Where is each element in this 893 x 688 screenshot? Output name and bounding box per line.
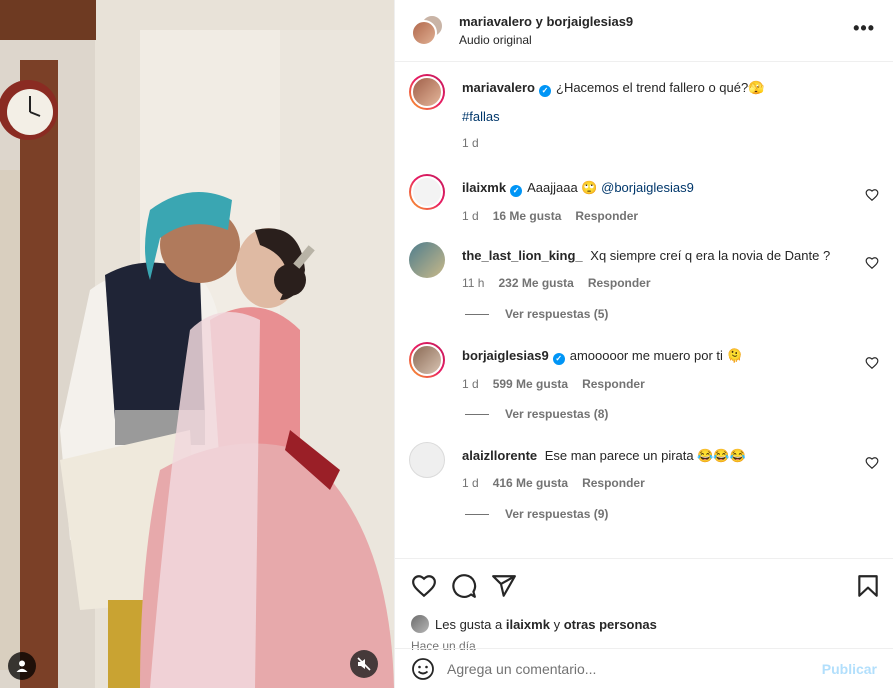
comment-meta: 1 d 16 Me gusta Responder [462, 209, 881, 223]
avatar [411, 19, 437, 46]
heart-icon[interactable] [865, 456, 879, 470]
speaker-muted-icon [357, 657, 371, 671]
comments-list[interactable]: mariavalero ✓ ¿Hacemos el trend fallero o … [395, 62, 893, 558]
heart-icon[interactable] [865, 188, 879, 202]
comment-body: borjaiglesias9 ✓ amooooor me muero por ti … [462, 342, 881, 391]
more-icon[interactable]: ••• [853, 18, 875, 39]
caption-username[interactable]: mariavalero [462, 80, 535, 95]
heart-icon[interactable] [865, 356, 879, 370]
bookmark-icon[interactable] [855, 573, 881, 599]
comment-text: Aaajjaaa 🙄 [527, 180, 598, 195]
comment-time: 1 d [462, 377, 479, 391]
comment-likes[interactable]: 232 Me gusta [498, 276, 573, 290]
post-comment-button[interactable]: Publicar [822, 661, 877, 677]
comment-meta: 1 d 416 Me gusta Responder [462, 476, 881, 490]
comment-mention[interactable]: @borjaiglesias9 [601, 180, 694, 195]
comment-text: Xq siempre creí q era la novia de Dante … [590, 248, 831, 263]
comment-line: the_last_lion_king_ Xq siempre creí q er… [462, 248, 881, 264]
heart-icon[interactable] [865, 256, 879, 270]
comment-time: 1 d [462, 209, 479, 223]
view-replies-button[interactable]: Ver respuestas (8) [465, 407, 608, 421]
reply-button[interactable]: Responder [582, 476, 645, 490]
add-comment-bar: Publicar [395, 648, 893, 688]
comment-icon[interactable] [451, 573, 477, 599]
view-replies-button[interactable]: Ver respuestas (9) [465, 507, 608, 521]
comment-body: the_last_lion_king_ Xq siempre creí q er… [462, 242, 881, 290]
comment-username[interactable]: alaizllorente [462, 448, 537, 463]
comment-time: 1 d [462, 476, 479, 490]
view-replies-button[interactable]: Ver respuestas (5) [465, 307, 608, 321]
audio-link[interactable]: Audio original [459, 33, 633, 47]
comment-likes[interactable]: 16 Me gusta [493, 209, 562, 223]
mute-button[interactable] [350, 650, 378, 678]
view-replies-label: Ver respuestas (8) [505, 407, 609, 421]
reply-button[interactable]: Responder [588, 276, 651, 290]
divider [465, 413, 489, 415]
post-authors[interactable]: mariavalero y borjaiglesias9 [459, 14, 633, 29]
comment-text: amooooor me muero por ti 🫠 [569, 348, 743, 363]
comment-meta: 1 d 599 Me gusta Responder [462, 377, 881, 391]
avatar[interactable] [409, 242, 445, 278]
comment-username[interactable]: ilaixmk [462, 180, 506, 195]
caption-meta: 1 d [462, 136, 881, 150]
comment-body: ilaixmk ✓ Aaajjaaa 🙄 @borjaiglesias9 1 d 1… [462, 174, 881, 223]
divider [465, 313, 489, 315]
like-heart-icon[interactable] [411, 573, 437, 599]
caption-line: mariavalero ✓ ¿Hacemos el trend fallero o … [462, 80, 881, 97]
likes-summary[interactable]: Les gusta a ilaixmk y otras personas [411, 615, 657, 633]
view-replies-label: Ver respuestas (9) [505, 507, 609, 521]
collab-avatars[interactable] [411, 13, 445, 48]
post-media[interactable] [0, 0, 394, 688]
likes-joiner: y [553, 616, 561, 632]
header-text: mariavalero y borjaiglesias9 Audio origi… [459, 14, 633, 47]
instagram-post: mariavalero y borjaiglesias9 Audio origi… [0, 0, 893, 688]
verified-icon: ✓ [539, 85, 551, 97]
avatar[interactable] [409, 442, 445, 478]
tagged-users-button[interactable] [8, 652, 36, 680]
comment-input[interactable] [447, 660, 822, 677]
comment: ilaixmk ✓ Aaajjaaa 🙄 @borjaiglesias9 1 d 1… [409, 174, 881, 223]
avatar [411, 615, 429, 633]
comment-likes[interactable]: 416 Me gusta [493, 476, 568, 490]
share-icon[interactable] [491, 573, 517, 599]
comment-time: 11 h [462, 276, 485, 290]
emoji-icon[interactable] [411, 657, 435, 681]
comment-line: ilaixmk ✓ Aaajjaaa 🙄 @borjaiglesias9 [462, 180, 881, 197]
post-header: mariavalero y borjaiglesias9 Audio origi… [395, 0, 893, 62]
comment: borjaiglesias9 ✓ amooooor me muero por ti … [409, 342, 881, 391]
caption-text: ¿Hacemos el trend fallero o qué?🫣 [556, 80, 765, 95]
comment-likes[interactable]: 599 Me gusta [493, 377, 568, 391]
comment-line: alaizllorente Ese man parece un pirata 😂… [462, 448, 881, 464]
comment: alaizllorente Ese man parece un pirata 😂… [409, 442, 881, 490]
comment-username[interactable]: borjaiglesias9 [462, 348, 549, 363]
likes-user[interactable]: ilaixmk [506, 617, 550, 632]
verified-icon: ✓ [552, 353, 565, 365]
verified-icon: ✓ [510, 185, 523, 197]
avatar[interactable] [409, 342, 445, 378]
caption-time: 1 d [462, 136, 479, 150]
post-side-panel: mariavalero y borjaiglesias9 Audio origi… [394, 0, 893, 688]
comment-line: borjaiglesias9 ✓ amooooor me muero por ti … [462, 348, 881, 365]
caption-body: mariavalero ✓ ¿Hacemos el trend fallero o … [462, 74, 881, 150]
caption: mariavalero ✓ ¿Hacemos el trend fallero o … [409, 74, 881, 150]
avatar[interactable] [409, 74, 445, 110]
comment-meta: 11 h 232 Me gusta Responder [462, 276, 881, 290]
comment-text: Ese man parece un pirata 😂😂😂 [544, 448, 746, 463]
caption-hashtag[interactable]: #fallas [462, 109, 881, 124]
user-icon [16, 660, 28, 672]
comment-body: alaizllorente Ese man parece un pirata 😂… [462, 442, 881, 490]
reply-button[interactable]: Responder [575, 209, 638, 223]
avatar[interactable] [409, 174, 445, 210]
divider [465, 513, 489, 515]
post-photo [0, 0, 394, 688]
comment: the_last_lion_king_ Xq siempre creí q er… [409, 242, 881, 290]
comment-username[interactable]: the_last_lion_king_ [462, 248, 583, 263]
likes-prefix: Les gusta a [435, 616, 503, 632]
likes-others[interactable]: otras personas [564, 617, 657, 632]
view-replies-label: Ver respuestas (5) [505, 307, 609, 321]
reply-button[interactable]: Responder [582, 377, 645, 391]
